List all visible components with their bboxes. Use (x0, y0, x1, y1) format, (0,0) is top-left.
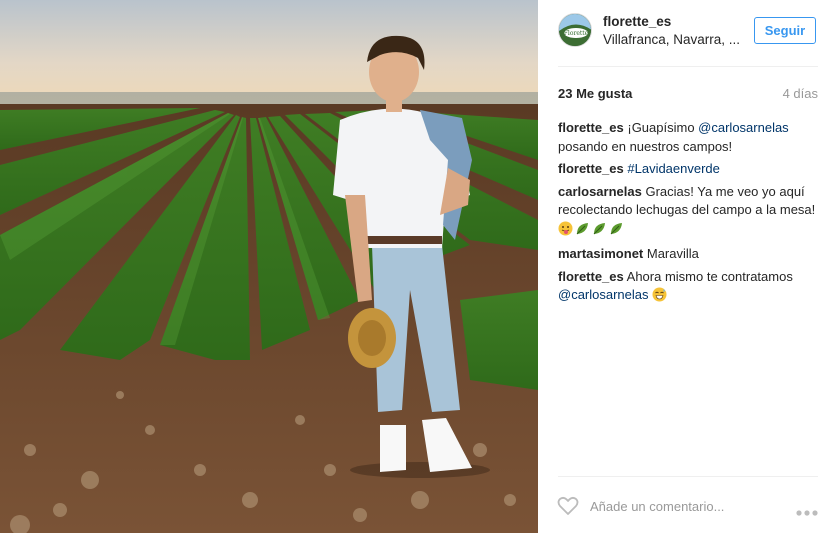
comment: carlosarnelas Gracias! Ya me veo yo aquí… (558, 183, 820, 242)
leaf-emoji-icon (575, 221, 590, 242)
comment-mention[interactable]: @carlosarnelas (558, 287, 649, 302)
likes-count[interactable]: 23 Me gusta (558, 86, 632, 101)
comment-text-after: posando en nuestros campos! (558, 138, 733, 154)
header-username[interactable]: florette_es (603, 14, 671, 29)
comment-username[interactable]: martasimonet (558, 246, 643, 261)
comment: martasimonet Maravilla (558, 245, 820, 264)
comment: florette_es ¡Guapísimo @carlosarnelas po… (558, 119, 820, 156)
post-panel: Florette florette_es Villafranca, Navarr… (538, 0, 834, 533)
post-age[interactable]: 4 días (783, 86, 818, 101)
florette-logo-icon: Florette (559, 14, 591, 46)
leaf-emoji-icon (609, 221, 624, 242)
comment: florette_es #Lavidaenverde (558, 160, 820, 179)
tongue-face-emoji-icon (558, 221, 573, 242)
avatar-logo-text: Florette (564, 30, 589, 37)
follow-button[interactable]: Seguir (754, 17, 816, 44)
comment-text: Ahora mismo te contratamos (623, 268, 793, 284)
more-options-icon[interactable] (796, 503, 818, 521)
add-comment-input[interactable] (590, 496, 780, 516)
heart-icon[interactable] (557, 496, 579, 521)
comment-hashtag[interactable]: #Lavidaenverde (627, 161, 720, 176)
comment-mention[interactable]: @carlosarnelas (698, 120, 789, 135)
footer-divider (558, 476, 818, 477)
post-header: Florette florette_es Villafranca, Navarr… (538, 0, 834, 66)
header-divider (558, 66, 818, 67)
header-location[interactable]: Villafranca, Navarra, ... (603, 32, 740, 47)
add-comment-row (538, 486, 834, 526)
comment-username[interactable]: florette_es (558, 120, 624, 135)
leaf-emoji-icon (592, 221, 607, 242)
comment-username[interactable]: florette_es (558, 161, 624, 176)
comment-username[interactable]: florette_es (558, 269, 624, 284)
comment-text: ¡Guapísimo (623, 120, 699, 135)
avatar[interactable]: Florette (558, 13, 592, 47)
grinning-sweat-emoji-icon (652, 287, 667, 308)
post-photo[interactable] (0, 0, 538, 533)
comment: florette_es Ahora mismo te contratamos @… (558, 268, 820, 308)
comments-list: florette_es ¡Guapísimo @carlosarnelas po… (558, 119, 820, 312)
comment-text: Maravilla (643, 246, 699, 261)
comment-username[interactable]: carlosarnelas (558, 184, 642, 199)
